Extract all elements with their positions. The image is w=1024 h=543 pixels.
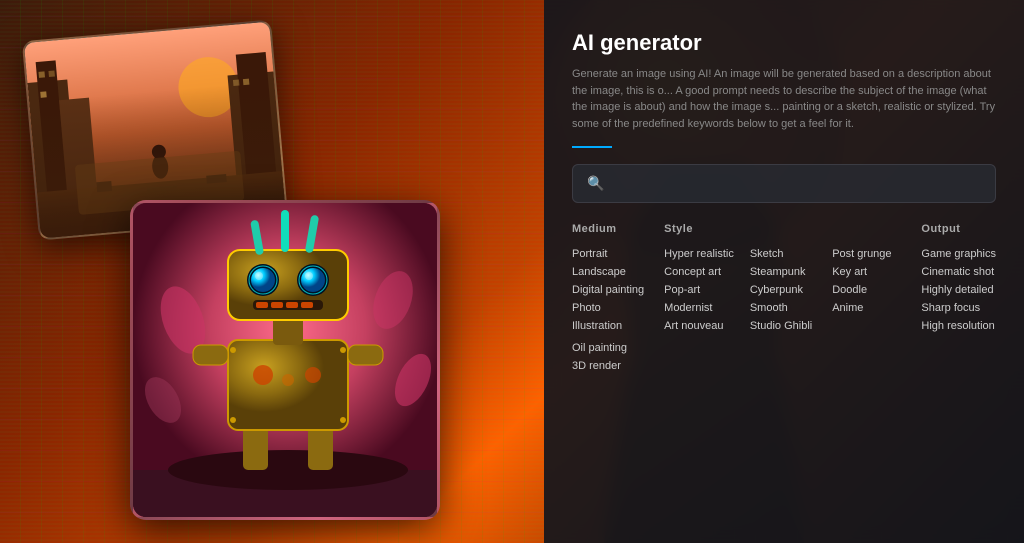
style-col2: Sketch Steampunk Cyberpunk Smooth Studio… bbox=[750, 245, 812, 335]
keyword-modernist[interactable]: Modernist bbox=[664, 299, 734, 317]
search-icon: 🔍 bbox=[587, 175, 604, 192]
output-column: Output Game graphics Cinematic shot High… bbox=[921, 223, 996, 375]
keyword-concept-art[interactable]: Concept art bbox=[664, 263, 734, 281]
style-header: Style bbox=[664, 223, 812, 235]
image-card-robot-content bbox=[133, 203, 437, 517]
style-extra-spacer bbox=[832, 223, 901, 235]
panel-description: Generate an image using AI! An image wil… bbox=[572, 66, 996, 132]
keyword-art-nouveau[interactable]: Art nouveau bbox=[664, 317, 734, 335]
style-extra-column: Post grunge Key art Doodle Anime bbox=[832, 223, 901, 375]
keyword-hyper-realistic[interactable]: Hyper realistic bbox=[664, 245, 734, 263]
keyword-high-resolution[interactable]: High resolution bbox=[921, 317, 996, 335]
panel-divider bbox=[572, 146, 612, 148]
prompt-input[interactable] bbox=[614, 176, 981, 191]
keyword-photo[interactable]: Photo bbox=[572, 299, 644, 317]
style-column: Style Hyper realistic Concept art Pop-ar… bbox=[664, 223, 812, 375]
keyword-portrait[interactable]: Portrait bbox=[572, 245, 644, 263]
keyword-digital-painting[interactable]: Digital painting bbox=[572, 281, 644, 299]
medium-column: Medium Portrait Landscape Digital painti… bbox=[572, 223, 644, 375]
keyword-anime[interactable]: Anime bbox=[832, 299, 901, 317]
medium-header: Medium bbox=[572, 223, 644, 235]
ai-generator-panel: AI generator Generate an image using AI!… bbox=[544, 0, 1024, 543]
keyword-3d-render[interactable]: 3D render bbox=[572, 357, 644, 375]
keyword-pop-art[interactable]: Pop-art bbox=[664, 281, 734, 299]
keyword-highly-detailed[interactable]: Highly detailed bbox=[921, 281, 996, 299]
keyword-cinematic-shot[interactable]: Cinematic shot bbox=[921, 263, 996, 281]
keyword-illustration[interactable]: Illustration bbox=[572, 317, 644, 335]
keyword-doodle[interactable]: Doodle bbox=[832, 281, 901, 299]
keyword-sketch[interactable]: Sketch bbox=[750, 245, 812, 263]
keyword-post-grunge[interactable]: Post grunge bbox=[832, 245, 901, 263]
image-card-robot bbox=[130, 200, 440, 520]
panel-title: AI generator bbox=[572, 30, 996, 56]
search-box[interactable]: 🔍 bbox=[572, 164, 996, 203]
keyword-sharp-focus[interactable]: Sharp focus bbox=[921, 299, 996, 317]
keyword-studio-ghibli[interactable]: Studio Ghibli bbox=[750, 317, 812, 335]
keywords-grid: Medium Portrait Landscape Digital painti… bbox=[572, 223, 996, 375]
keyword-cyberpunk[interactable]: Cyberpunk bbox=[750, 281, 812, 299]
keyword-game-graphics[interactable]: Game graphics bbox=[921, 245, 996, 263]
style-inner-grid: Hyper realistic Concept art Pop-art Mode… bbox=[664, 245, 812, 335]
keyword-steampunk[interactable]: Steampunk bbox=[750, 263, 812, 281]
keyword-oil-painting[interactable]: Oil painting bbox=[572, 339, 644, 357]
output-header: Output bbox=[921, 223, 996, 235]
style-col1: Hyper realistic Concept art Pop-art Mode… bbox=[664, 245, 734, 335]
keyword-key-art[interactable]: Key art bbox=[832, 263, 901, 281]
keyword-landscape[interactable]: Landscape bbox=[572, 263, 644, 281]
keyword-smooth[interactable]: Smooth bbox=[750, 299, 812, 317]
robot-scene-svg bbox=[133, 200, 437, 520]
